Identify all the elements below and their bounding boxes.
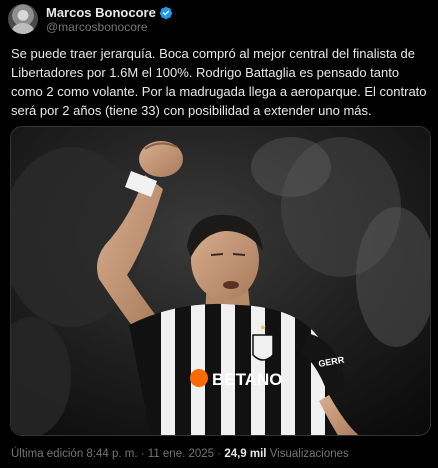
author-avatar[interactable] — [8, 4, 38, 34]
photo-illustration: ★ BETANO GERR — [11, 127, 430, 435]
edited-timestamp[interactable]: Última edición 8:44 p. m. · 11 ene. 2025 — [11, 448, 214, 460]
svg-text:★: ★ — [259, 323, 266, 332]
tweet-photo[interactable]: ★ BETANO GERR — [10, 126, 431, 436]
tweet-meta: Última edición 8:44 p. m. · 11 ene. 2025… — [11, 447, 349, 461]
meta-separator: · — [214, 448, 225, 460]
tweet-card: Marcos Bonocore @marcosbonocore Se puede… — [0, 0, 438, 468]
tweet-text: Se puede traer jerarquía. Boca compró al… — [11, 46, 427, 118]
avatar-silhouette — [12, 23, 34, 34]
views-count[interactable]: 24,9 mil — [224, 448, 266, 460]
views-label: Visualizaciones — [269, 448, 349, 460]
author-name-row[interactable]: Marcos Bonocore — [46, 5, 173, 20]
verified-badge-icon[interactable] — [159, 6, 173, 20]
shirt-sponsor-text: BETANO — [212, 370, 283, 389]
author-display-name[interactable]: Marcos Bonocore — [46, 5, 156, 20]
author-handle[interactable]: @marcosbonocore — [46, 20, 148, 34]
